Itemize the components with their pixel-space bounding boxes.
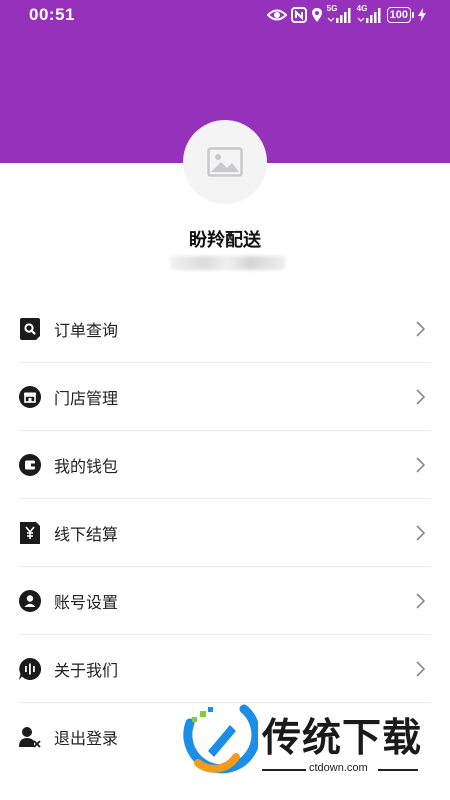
menu-label: 账号设置 — [54, 592, 119, 612]
eye-icon — [266, 9, 287, 21]
location-icon — [311, 8, 322, 22]
menu-label: 退出登录 — [54, 728, 119, 748]
menu-item-about-us[interactable]: 关于我们 — [19, 635, 431, 703]
menu-label: 关于我们 — [54, 660, 119, 680]
watermark: 传统下载 ctdown.com — [178, 703, 428, 783]
nfc-icon — [290, 7, 307, 23]
yen-receipt-icon — [19, 521, 41, 544]
status-icons: 5G 4G 100 — [266, 4, 426, 25]
shop-name: 盼羚配送 — [189, 230, 261, 251]
image-placeholder-icon — [207, 147, 243, 177]
status-time: 00:51 — [29, 5, 75, 24]
status-bar: 00:51 5G 4G 100 — [0, 0, 450, 30]
chevron-right-icon — [416, 320, 425, 337]
menu-item-offline-settlement[interactable]: 线下结算 — [19, 499, 431, 567]
about-chat-icon — [19, 657, 41, 680]
battery-icon: 100 — [386, 7, 414, 23]
menu-label: 门店管理 — [54, 388, 119, 408]
watermark-url: ctdown.com — [309, 762, 368, 774]
account-icon — [19, 589, 41, 612]
shop-phone-redacted — [170, 256, 285, 270]
store-icon — [19, 385, 41, 408]
menu-item-order-query[interactable]: 订单查询 — [19, 295, 431, 363]
watermark-title: 传统下载 — [262, 716, 423, 761]
signal-5g-icon: 5G — [327, 4, 353, 24]
menu-item-store-management[interactable]: 门店管理 — [19, 363, 431, 431]
chevron-right-icon — [416, 524, 425, 541]
logout-user-icon — [19, 726, 41, 748]
watermark-divider — [378, 769, 418, 771]
chevron-right-icon — [416, 456, 425, 473]
chevron-right-icon — [416, 388, 425, 405]
menu-item-wallet[interactable]: 我的钱包 — [19, 431, 431, 499]
search-order-icon — [19, 317, 41, 340]
chevron-right-icon — [416, 592, 425, 609]
menu-item-account-settings[interactable]: 账号设置 — [19, 567, 431, 635]
signal-4g-icon: 4G — [357, 4, 383, 24]
charging-bolt-icon — [418, 8, 426, 22]
avatar[interactable] — [183, 120, 267, 204]
battery-level: 100 — [386, 7, 411, 23]
watermark-divider — [262, 769, 306, 771]
menu-label: 订单查询 — [54, 320, 119, 340]
wallet-icon — [19, 453, 41, 476]
watermark-logo-icon — [183, 704, 258, 774]
menu-label: 我的钱包 — [54, 456, 119, 476]
chevron-right-icon — [416, 660, 425, 677]
profile-menu: 订单查询 门店管理 我的钱包 线下结算 账号设置 关于我们 退出登录 — [19, 295, 431, 770]
menu-label: 线下结算 — [54, 524, 119, 544]
